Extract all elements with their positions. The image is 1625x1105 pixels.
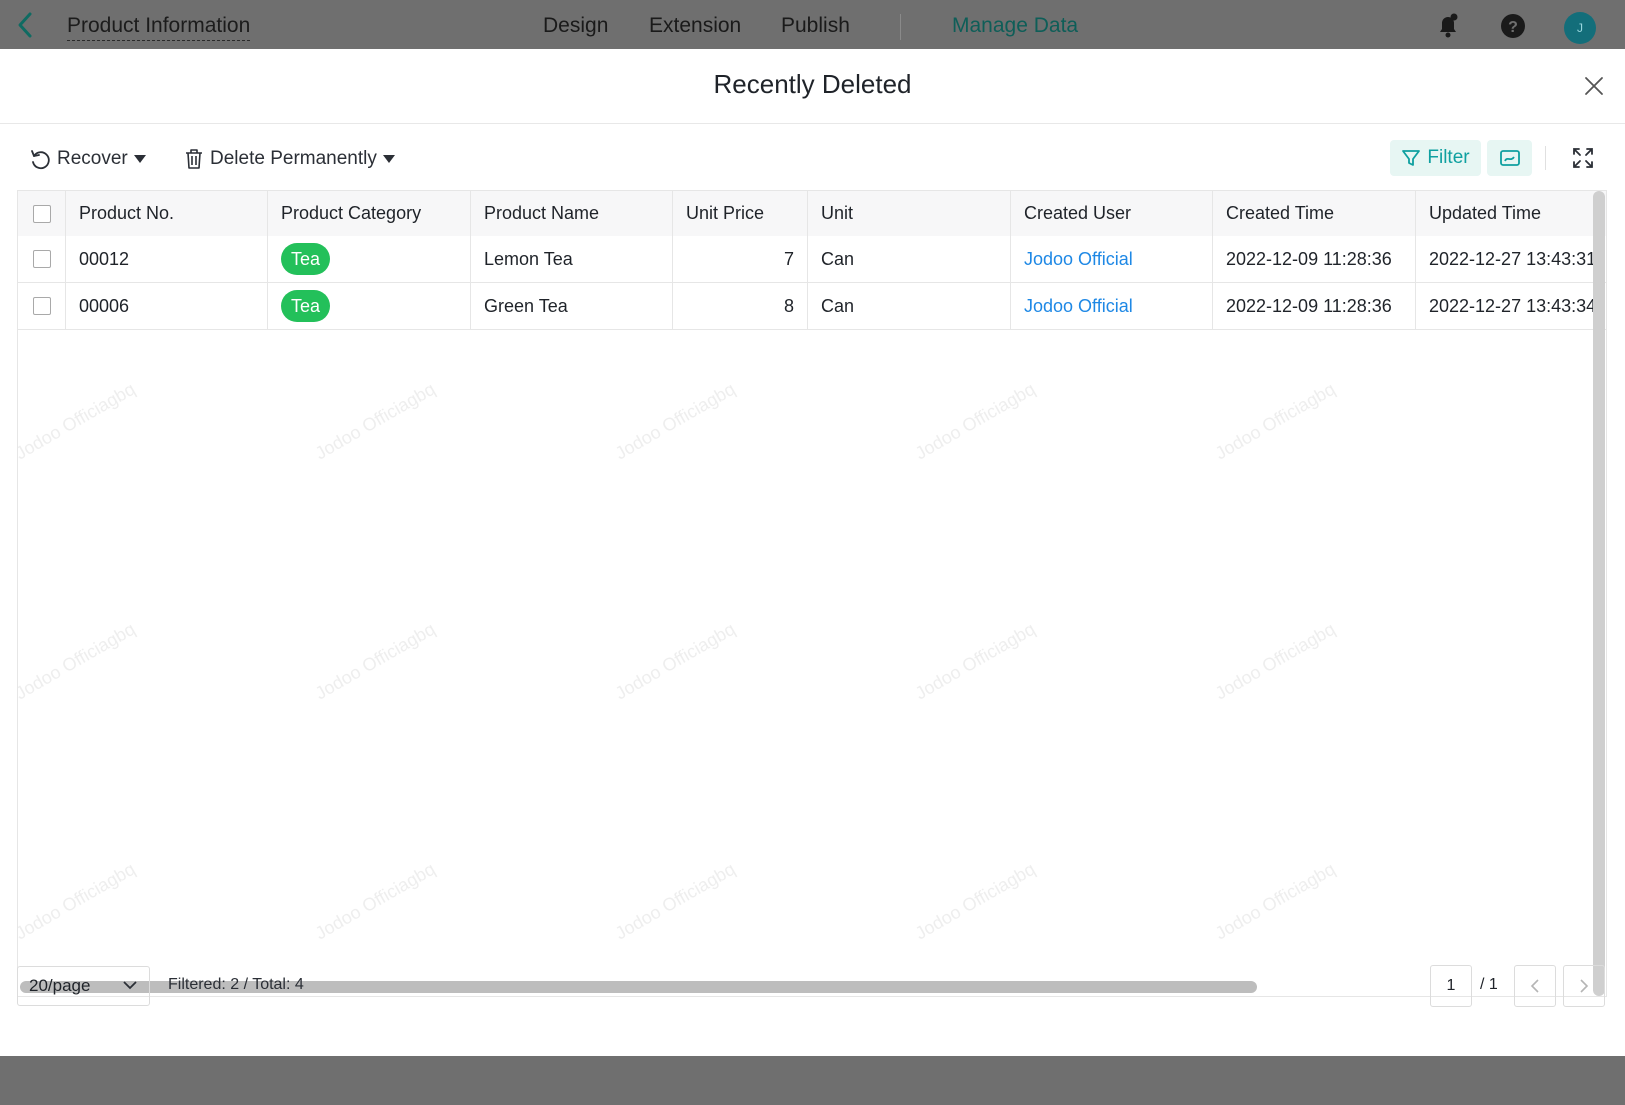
watermark: Jodoo Officiagbq: [1211, 858, 1339, 944]
caret-down-icon: [133, 155, 146, 163]
delete-permanently-label: Delete Permanently: [210, 148, 377, 169]
product-name-cell: Green Tea: [471, 283, 673, 329]
column-header[interactable]: Unit: [808, 191, 1011, 236]
row-checkbox[interactable]: [33, 297, 51, 315]
next-page-button[interactable]: [1563, 965, 1605, 1007]
product-name-cell: Lemon Tea: [471, 236, 673, 282]
help-icon[interactable]: ?: [1499, 12, 1527, 40]
caret-down-icon: [382, 155, 395, 163]
table-row[interactable]: 00012 Tea Lemon Tea 7 Can Jodoo Official…: [18, 236, 1606, 283]
watermark: Jodoo Officiagbq: [311, 378, 439, 464]
prev-page-button[interactable]: [1514, 965, 1556, 1007]
unit-price-cell: 7: [673, 236, 808, 282]
updated-time-cell: 2022-12-27 13:43:31: [1429, 248, 1597, 269]
watermark: Jodoo Officiagbq: [611, 378, 739, 464]
svg-text:?: ?: [1508, 19, 1518, 36]
watermark: Jodoo Officiagbq: [611, 858, 739, 944]
nav-extension[interactable]: Extension: [649, 14, 741, 38]
nav-divider: [900, 14, 901, 40]
recently-deleted-modal: Recently Deleted Recover Delete Permanen…: [0, 49, 1625, 1056]
created-user-link[interactable]: Jodoo Official: [1024, 296, 1133, 317]
pagination-bar: 20/page Filtered: 2 / Total: 4 1 / 1: [0, 958, 1625, 1056]
table-header: Product No. Product Category Product Nam…: [18, 191, 1606, 237]
column-header[interactable]: Unit Price: [673, 191, 808, 236]
recover-button[interactable]: Recover: [29, 146, 146, 172]
watermark: Jodoo Officiagbq: [17, 858, 139, 944]
row-checkbox[interactable]: [33, 250, 51, 268]
recover-icon: [31, 150, 50, 170]
nav-design[interactable]: Design: [543, 14, 608, 38]
data-table: Jodoo Officiagbq Jodoo Officiagbq Jodoo …: [17, 190, 1607, 997]
unit-price-cell: 8: [673, 283, 808, 329]
category-tag: Tea: [281, 243, 331, 275]
toolbar-divider: [1545, 146, 1546, 170]
page-size-select[interactable]: 20/page: [17, 966, 150, 1006]
chevron-left-icon: [1530, 979, 1539, 993]
toolbar: Recover Delete Permanently Filter: [0, 124, 1625, 190]
trash-icon: [186, 149, 202, 169]
notification-bell-icon[interactable]: [1434, 12, 1462, 40]
chevron-down-icon: [123, 981, 137, 990]
unit-cell: Can: [808, 236, 1011, 282]
row-select-cell: [18, 236, 66, 282]
product-no-cell: 00006: [66, 283, 268, 329]
column-header[interactable]: Product Name: [471, 191, 673, 236]
created-user-link[interactable]: Jodoo Official: [1024, 249, 1133, 270]
column-header[interactable]: Product Category: [268, 191, 471, 236]
created-time-cell: 2022-12-09 11:28:36: [1213, 236, 1416, 282]
top-bar: Product Information Design Extension Pub…: [0, 0, 1625, 49]
close-icon[interactable]: [1583, 75, 1605, 97]
recover-label: Recover: [57, 148, 128, 169]
watermark: Jodoo Officiagbq: [611, 618, 739, 704]
created-user-cell: Jodoo Official: [1011, 236, 1213, 282]
current-page-input[interactable]: 1: [1430, 965, 1472, 1007]
product-no-cell: 00012: [66, 236, 268, 282]
watermark: Jodoo Officiagbq: [17, 618, 139, 704]
filter-button[interactable]: Filter: [1390, 140, 1481, 176]
column-header[interactable]: Product No.: [66, 191, 268, 236]
select-all-cell: [18, 191, 66, 236]
column-header[interactable]: Created Time: [1213, 191, 1416, 236]
row-select-cell: [18, 283, 66, 329]
watermark: Jodoo Officiagbq: [311, 858, 439, 944]
watermark: Jodoo Officiagbq: [911, 858, 1039, 944]
product-category-cell: Tea: [268, 283, 471, 329]
back-arrow-icon[interactable]: [12, 10, 40, 40]
watermark: Jodoo Officiagbq: [1211, 378, 1339, 464]
watermark: Jodoo Officiagbq: [311, 618, 439, 704]
app-title[interactable]: Product Information: [67, 14, 251, 41]
watermark: Jodoo Officiagbq: [911, 378, 1039, 464]
delete-permanently-button[interactable]: Delete Permanently: [184, 146, 395, 172]
watermark: Jodoo Officiagbq: [1211, 618, 1339, 704]
modal-title: Recently Deleted: [713, 69, 912, 99]
updated-time-cell: 2022-12-27 13:43:34: [1429, 295, 1597, 316]
record-count: Filtered: 2 / Total: 4: [168, 976, 304, 993]
column-header[interactable]: Created User: [1011, 191, 1213, 236]
vertical-scrollbar[interactable]: [1593, 191, 1605, 996]
view-settings-button[interactable]: [1487, 140, 1532, 176]
chevron-right-icon: [1580, 979, 1589, 993]
nav-manage-data[interactable]: Manage Data: [952, 14, 1078, 38]
select-all-checkbox[interactable]: [33, 204, 51, 223]
table-row[interactable]: 00006 Tea Green Tea 8 Can Jodoo Official…: [18, 283, 1606, 330]
unit-cell: Can: [808, 283, 1011, 329]
page-size-value: 20/page: [29, 976, 91, 995]
filter-icon: [1402, 150, 1421, 166]
watermark: Jodoo Officiagbq: [17, 378, 139, 464]
fullscreen-icon[interactable]: [1571, 146, 1595, 170]
nav-publish[interactable]: Publish: [781, 14, 850, 38]
created-user-cell: Jodoo Official: [1011, 283, 1213, 329]
created-time-cell: 2022-12-09 11:28:36: [1213, 283, 1416, 329]
product-category-cell: Tea: [268, 236, 471, 282]
category-tag: Tea: [281, 290, 331, 322]
view-settings-icon: [1499, 150, 1520, 166]
filter-label: Filter: [1427, 147, 1470, 168]
total-pages: / 1: [1480, 976, 1498, 993]
watermark: Jodoo Officiagbq: [911, 618, 1039, 704]
user-avatar[interactable]: J: [1564, 12, 1596, 44]
column-header[interactable]: Updated Time: [1416, 191, 1606, 236]
modal-header: Recently Deleted: [0, 49, 1625, 124]
